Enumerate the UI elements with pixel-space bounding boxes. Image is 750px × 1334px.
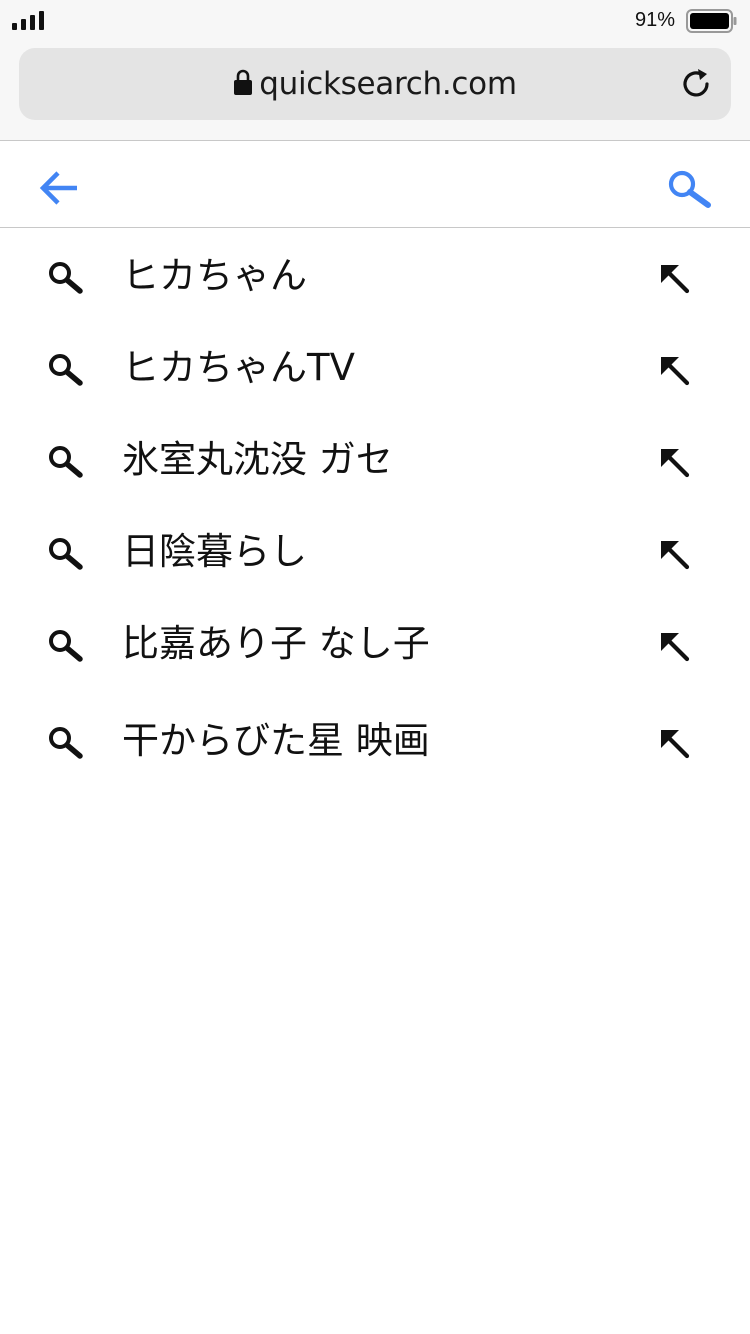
magnifier-icon — [49, 727, 83, 759]
suggestion-item[interactable]: 日陰暮らし — [0, 506, 750, 596]
back-arrow-icon[interactable] — [38, 169, 80, 207]
search-header — [0, 141, 750, 228]
magnifier-icon — [49, 538, 83, 570]
url-text: quicksearch.com — [259, 66, 517, 102]
suggestion-item[interactable]: 氷室丸沈没 ガセ — [0, 414, 750, 504]
arrow-up-left-icon[interactable] — [656, 444, 692, 480]
suggestion-item[interactable]: 干からびた星 映画 — [0, 695, 750, 785]
magnifier-icon — [49, 446, 83, 478]
suggestion-item[interactable]: 比嘉あり子 なし子 — [0, 598, 750, 688]
search-input[interactable] — [110, 161, 634, 209]
magnifier-icon — [49, 354, 83, 386]
suggestion-item[interactable]: ヒカちゃんTV — [0, 322, 750, 412]
signal-bars-icon — [12, 11, 44, 30]
arrow-up-left-icon[interactable] — [656, 628, 692, 664]
address-bar[interactable]: quicksearch.com — [19, 48, 731, 120]
suggestion-label: 干からびた星 映画 — [122, 719, 430, 762]
suggestion-label: ヒカちゃん — [122, 254, 307, 297]
status-bar: 91% — [0, 0, 750, 42]
magnifier-icon — [49, 630, 83, 662]
magnifier-icon — [49, 262, 83, 294]
reload-icon[interactable] — [679, 66, 715, 102]
suggestion-label: 氷室丸沈没 ガセ — [122, 438, 393, 481]
lock-icon — [234, 69, 253, 95]
arrow-up-left-icon[interactable] — [656, 536, 692, 572]
arrow-up-left-icon[interactable] — [656, 352, 692, 388]
suggestion-label: ヒカちゃんTV — [122, 346, 355, 389]
browser-chrome: 91% quicksearch.com — [0, 0, 750, 141]
search-icon[interactable] — [666, 169, 712, 209]
arrow-up-left-icon[interactable] — [656, 260, 692, 296]
arrow-up-left-icon[interactable] — [656, 725, 692, 761]
suggestion-label: 比嘉あり子 なし子 — [122, 622, 430, 665]
battery-icon — [686, 9, 737, 33]
battery-percent: 91% — [634, 9, 675, 31]
suggestion-item[interactable]: ヒカちゃん — [0, 230, 750, 320]
suggestion-label: 日陰暮らし — [122, 530, 307, 573]
